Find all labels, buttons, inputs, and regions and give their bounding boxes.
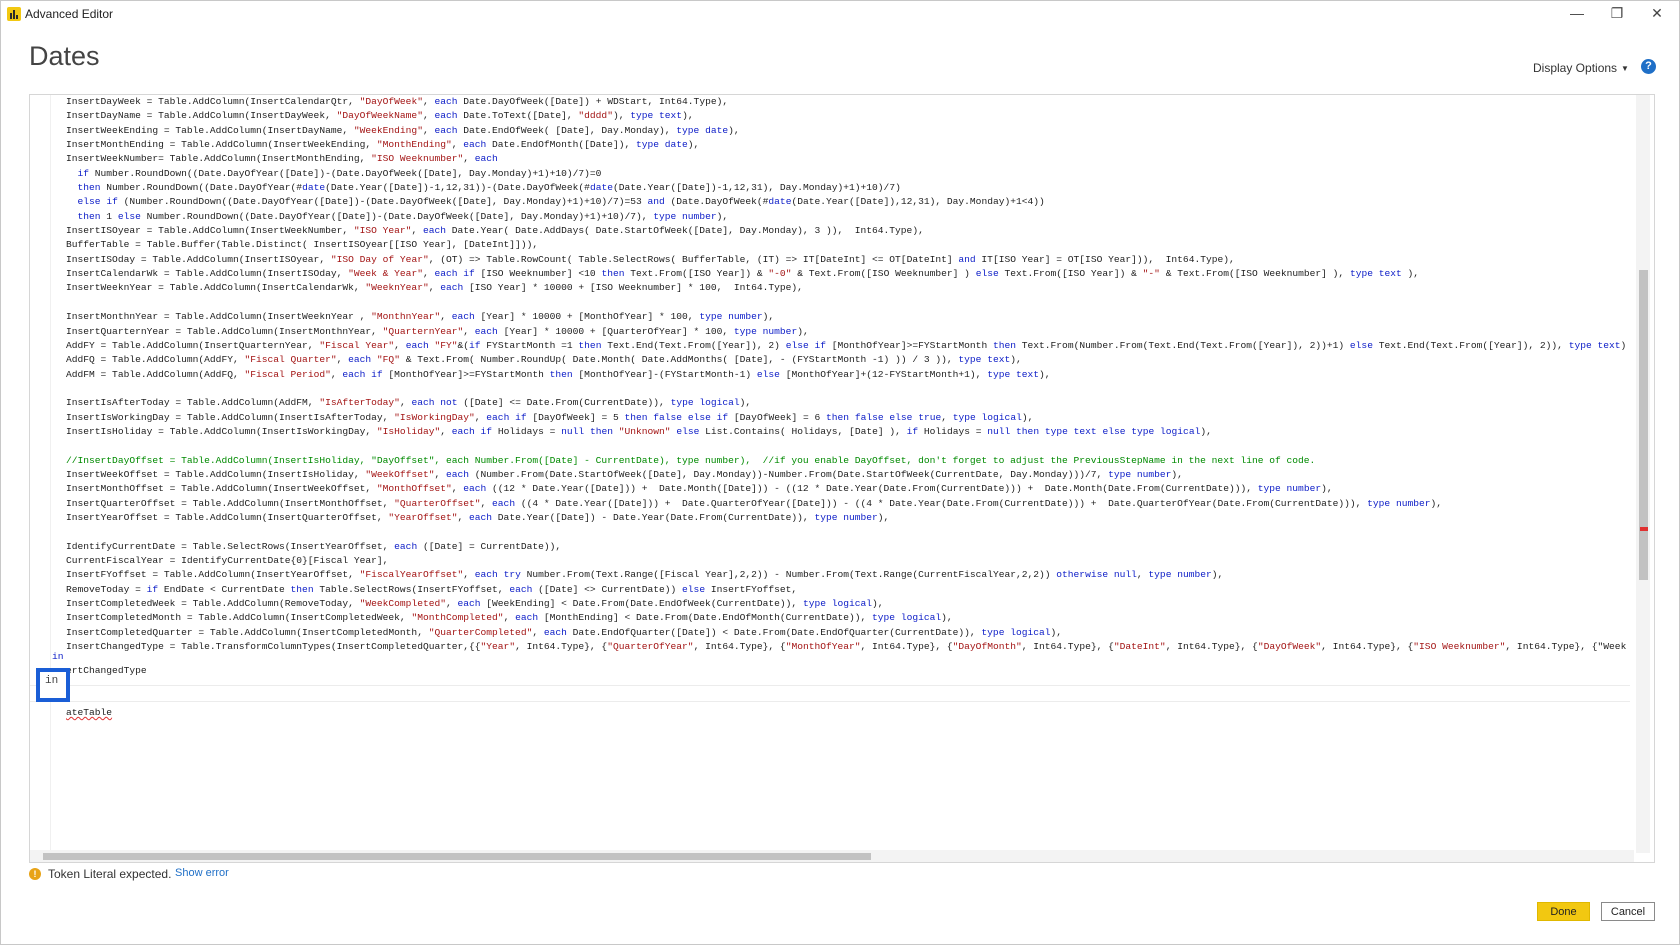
code-line[interactable]: InsertMonthnYear = Table.AddColumn(Inser… — [66, 310, 1626, 324]
code-line[interactable]: InsertWeekOffset = Table.AddColumn(Inser… — [66, 468, 1626, 482]
chevron-down-icon: ▼ — [1621, 64, 1629, 74]
code-line[interactable]: InsertFYoffset = Table.AddColumn(InsertY… — [66, 568, 1626, 582]
close-icon[interactable]: ✕ — [1637, 1, 1677, 27]
code-line[interactable]: InsertMonthOffset = Table.AddColumn(Inse… — [66, 482, 1626, 496]
code-editor[interactable]: InsertDayWeek = Table.AddColumn(InsertCa… — [29, 94, 1655, 863]
code-line[interactable]: CurrentFiscalYear = IdentifyCurrentDate{… — [66, 554, 1626, 568]
text-cursor-highlight: in — [36, 668, 70, 702]
code-line[interactable]: AddFQ = Table.AddColumn(AddFY, "Fiscal Q… — [66, 353, 1626, 367]
show-error-link[interactable]: Show error — [175, 867, 229, 879]
code-line[interactable] — [66, 382, 1626, 396]
code-line[interactable] — [66, 525, 1626, 539]
code-line[interactable]: AddFY = Table.AddColumn(InsertQuarternYe… — [66, 339, 1626, 353]
horizontal-scrollbar[interactable] — [30, 850, 1634, 862]
display-options-dropdown[interactable]: Display Options ▼ — [1533, 61, 1629, 75]
code-line[interactable]: InsertISOday = Table.AddColumn(InsertISO… — [66, 253, 1626, 267]
code-line[interactable]: IdentifyCurrentDate = Table.SelectRows(I… — [66, 540, 1626, 554]
vertical-scrollbar-thumb[interactable] — [1639, 270, 1648, 580]
code-line[interactable]: InsertIsAfterToday = Table.AddColumn(Add… — [66, 396, 1626, 410]
code-line[interactable]: InsertMonthEnding = Table.AddColumn(Inse… — [66, 138, 1626, 152]
current-line-highlight — [30, 685, 1630, 702]
code-line-result: ertChangedType — [66, 665, 147, 676]
code-line[interactable]: InsertCompletedWeek = Table.AddColumn(Re… — [66, 597, 1626, 611]
code-line[interactable]: InsertCalendarWk = Table.AddColumn(Inser… — [66, 267, 1626, 281]
error-message: Token Literal expected. — [48, 867, 172, 881]
code-line[interactable]: BufferTable = Table.Buffer(Table.Distinc… — [66, 238, 1626, 252]
in-keyword: in — [52, 651, 64, 662]
code-line[interactable]: RemoveToday = if EndDate < CurrentDate t… — [66, 583, 1626, 597]
done-button[interactable]: Done — [1537, 902, 1590, 921]
code-line[interactable]: AddFM = Table.AddColumn(AddFQ, "Fiscal P… — [66, 368, 1626, 382]
code-line[interactable]: then Number.RoundDown((Date.DayOfYear(#d… — [66, 181, 1626, 195]
code-line[interactable]: InsertCompletedQuarter = Table.AddColumn… — [66, 626, 1626, 640]
code-line[interactable]: InsertCompletedMonth = Table.AddColumn(I… — [66, 611, 1626, 625]
code-line[interactable]: InsertQuarternYear = Table.AddColumn(Ins… — [66, 325, 1626, 339]
code-line[interactable]: then 1 else Number.RoundDown((Date.DayOf… — [66, 210, 1626, 224]
code-lines[interactable]: InsertDayWeek = Table.AddColumn(InsertCa… — [66, 95, 1626, 665]
code-line[interactable]: InsertQuarterOffset = Table.AddColumn(In… — [66, 497, 1626, 511]
code-line[interactable]: InsertWeekEnding = Table.AddColumn(Inser… — [66, 124, 1626, 138]
vertical-scrollbar[interactable] — [1636, 95, 1650, 853]
advanced-editor-window: Advanced Editor — ❐ ✕ Dates Display Opti… — [0, 0, 1680, 945]
code-line[interactable] — [66, 296, 1626, 310]
code-line[interactable]: InsertWeeknYear = Table.AddColumn(Insert… — [66, 281, 1626, 295]
code-line[interactable]: InsertIsHoliday = Table.AddColumn(Insert… — [66, 425, 1626, 439]
warning-icon: ! — [29, 868, 41, 880]
code-line[interactable]: InsertWeekNumber= Table.AddColumn(Insert… — [66, 152, 1626, 166]
power-bi-icon — [7, 7, 21, 21]
code-line[interactable]: if Number.RoundDown((Date.DayOfYear([Dat… — [66, 167, 1626, 181]
minimize-icon[interactable]: — — [1557, 1, 1597, 27]
code-line[interactable]: InsertIsWorkingDay = Table.AddColumn(Ins… — [66, 411, 1626, 425]
code-line[interactable]: else if (Number.RoundDown((Date.DayOfYea… — [66, 195, 1626, 209]
cancel-button[interactable]: Cancel — [1601, 902, 1655, 921]
code-line[interactable]: InsertISOyear = Table.AddColumn(InsertWe… — [66, 224, 1626, 238]
window-title: Advanced Editor — [25, 7, 114, 21]
maximize-icon[interactable]: ❐ — [1597, 1, 1637, 27]
editor-gutter — [30, 95, 51, 862]
code-line[interactable]: InsertYearOffset = Table.AddColumn(Inser… — [66, 511, 1626, 525]
code-line[interactable]: //InsertDayOffset = Table.AddColumn(Inse… — [66, 454, 1626, 468]
help-icon[interactable]: ? — [1641, 59, 1656, 74]
query-name-heading: Dates — [29, 41, 100, 71]
code-line[interactable]: InsertChangedType = Table.TransformColum… — [66, 640, 1626, 654]
code-line[interactable]: InsertDayName = Table.AddColumn(InsertDa… — [66, 109, 1626, 123]
title-bar: Advanced Editor — ❐ ✕ — [1, 1, 1679, 27]
code-line-error: ateTable — [66, 707, 113, 718]
horizontal-scrollbar-thumb[interactable] — [43, 853, 871, 860]
code-line[interactable] — [66, 439, 1626, 453]
cursor-glyph: in — [45, 675, 59, 687]
error-marker — [1640, 527, 1648, 531]
display-options-label: Display Options — [1533, 61, 1618, 75]
code-line[interactable]: InsertDayWeek = Table.AddColumn(InsertCa… — [66, 95, 1626, 109]
